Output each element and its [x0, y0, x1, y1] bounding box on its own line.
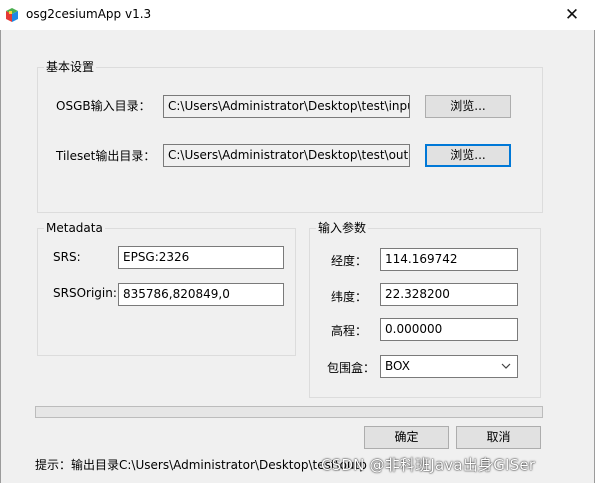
bbox-select-value: BOX	[385, 359, 410, 373]
status-hint: 提示：输出目录C:\Users\Administrator\Desktop\te…	[35, 458, 367, 472]
srs-origin-label: SRSOrigin:	[53, 286, 117, 300]
longitude-label: 经度：	[331, 254, 368, 268]
tileset-output-field[interactable]: C:\Users\Administrator\Desktop\test\outp…	[163, 144, 410, 167]
close-icon: ✕	[564, 5, 580, 25]
close-button[interactable]: ✕	[549, 0, 595, 30]
tileset-output-label: Tileset输出目录：	[56, 149, 156, 163]
osgb-input-field[interactable]: C:\Users\Administrator\Desktop\test\inpu…	[163, 95, 410, 118]
watermark-text: CSDN @非科班Java出身GISer	[321, 456, 536, 474]
longitude-input[interactable]: 114.169742	[380, 248, 518, 271]
basic-settings-group: 基本设置	[37, 60, 543, 213]
latitude-label: 纬度：	[331, 290, 368, 304]
ok-button[interactable]: 确定	[364, 426, 449, 449]
bbox-select[interactable]: BOX	[380, 355, 518, 378]
app-cube-icon	[6, 8, 18, 22]
metadata-title: Metadata	[44, 221, 105, 235]
chevron-down-icon	[501, 363, 511, 369]
browse-osgb-button[interactable]: 浏览...	[425, 95, 511, 118]
srs-label: SRS:	[53, 250, 81, 264]
input-params-title: 输入参数	[316, 221, 369, 235]
cancel-button[interactable]: 取消	[456, 426, 541, 449]
progress-bar	[35, 406, 543, 418]
osgb-input-label: OSGB输入目录：	[56, 99, 151, 113]
elevation-input[interactable]: 0.000000	[380, 318, 518, 341]
basic-settings-title: 基本设置	[44, 60, 97, 74]
title-bar: osg2cesiumApp v1.3 ✕	[0, 0, 595, 30]
elevation-label: 高程：	[331, 324, 368, 338]
srs-input[interactable]: EPSG:2326	[118, 246, 284, 269]
browse-tileset-button[interactable]: 浏览...	[425, 144, 511, 167]
srs-origin-input[interactable]: 835786,820849,0	[118, 283, 284, 306]
bbox-label: 包围盒：	[327, 361, 376, 375]
dialog-body: 基本设置 OSGB输入目录： C:\Users\Administrator\De…	[0, 30, 595, 483]
window-title: osg2cesiumApp v1.3	[26, 7, 152, 21]
latitude-input[interactable]: 22.328200	[380, 283, 518, 306]
